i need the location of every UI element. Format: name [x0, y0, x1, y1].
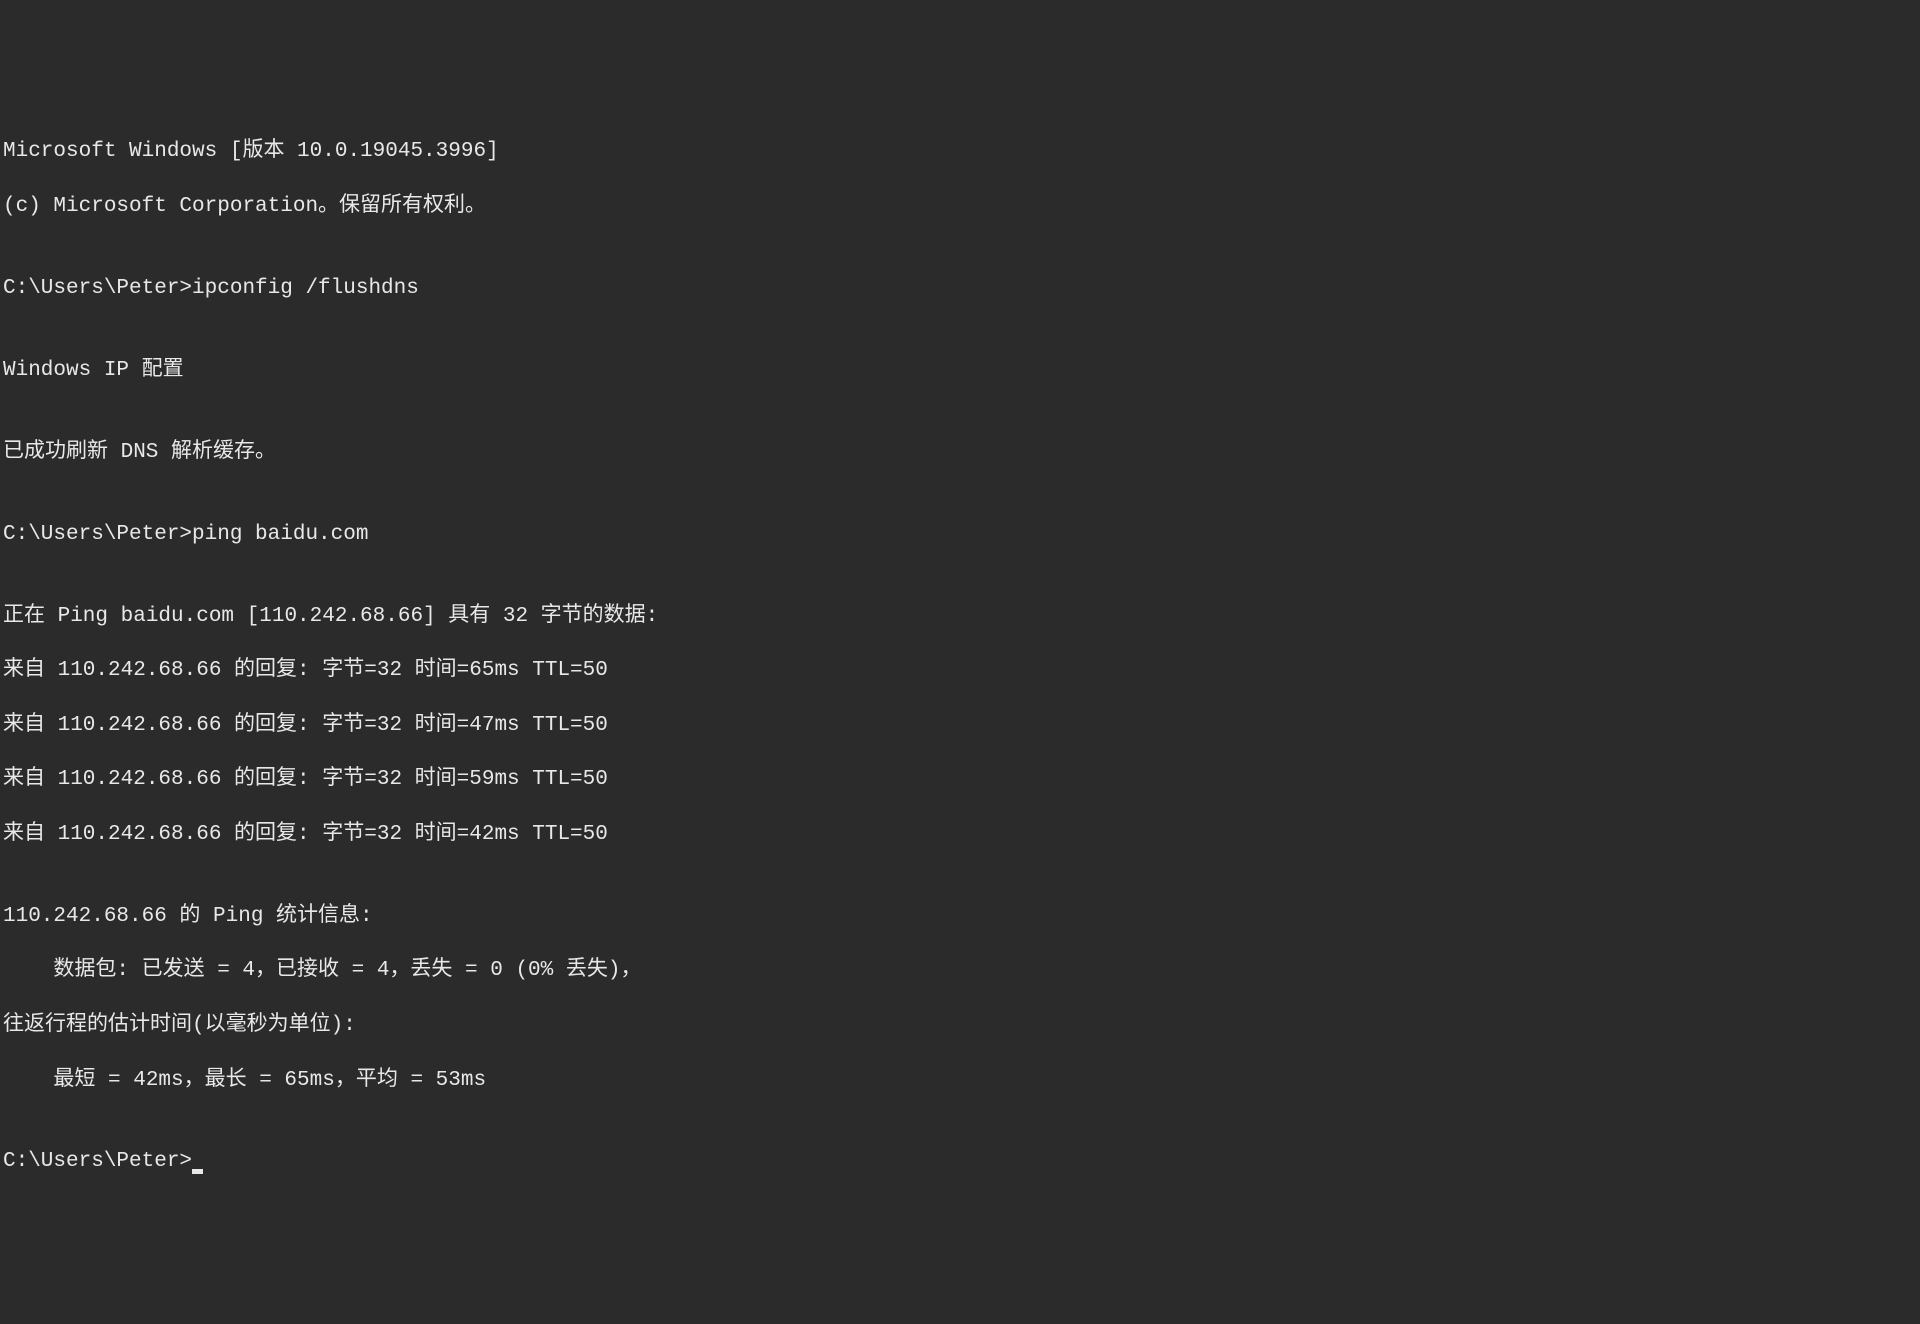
windows-version-line: Microsoft Windows [版本 10.0.19045.3996]	[3, 138, 1917, 165]
ping-reply: 来自 110.242.68.66 的回复: 字节=32 时间=47ms TTL=…	[3, 712, 1917, 739]
ping-reply: 来自 110.242.68.66 的回复: 字节=32 时间=42ms TTL=…	[3, 821, 1917, 848]
ping-reply: 来自 110.242.68.66 的回复: 字节=32 时间=59ms TTL=…	[3, 766, 1917, 793]
ping-stats-packets: 数据包: 已发送 = 4，已接收 = 4，丢失 = 0 (0% 丢失)，	[3, 957, 1917, 984]
prompt-text: C:\Users\Peter>	[3, 523, 192, 546]
ping-stats-header: 110.242.68.66 的 Ping 统计信息:	[3, 903, 1917, 930]
prompt-text: C:\Users\Peter>	[3, 1150, 192, 1173]
current-prompt-line[interactable]: C:\Users\Peter>	[3, 1148, 1917, 1175]
copyright-line: (c) Microsoft Corporation。保留所有权利。	[3, 193, 1917, 220]
ipconfig-result: 已成功刷新 DNS 解析缓存。	[3, 439, 1917, 466]
cursor-icon	[192, 1169, 203, 1174]
prompt-text: C:\Users\Peter>	[3, 277, 192, 300]
ping-header: 正在 Ping baidu.com [110.242.68.66] 具有 32 …	[3, 603, 1917, 630]
terminal-window[interactable]: Microsoft Windows [版本 10.0.19045.3996] (…	[3, 111, 1917, 1187]
ping-rtt-values: 最短 = 42ms，最长 = 65ms，平均 = 53ms	[3, 1067, 1917, 1094]
command-text: ipconfig /flushdns	[192, 277, 419, 300]
ping-reply: 来自 110.242.68.66 的回复: 字节=32 时间=65ms TTL=…	[3, 657, 1917, 684]
command-text: ping baidu.com	[192, 523, 368, 546]
ping-rtt-header: 往返行程的估计时间(以毫秒为单位):	[3, 1012, 1917, 1039]
command-line-2: C:\Users\Peter>ping baidu.com	[3, 521, 1917, 548]
command-line-1: C:\Users\Peter>ipconfig /flushdns	[3, 275, 1917, 302]
ipconfig-header: Windows IP 配置	[3, 357, 1917, 384]
